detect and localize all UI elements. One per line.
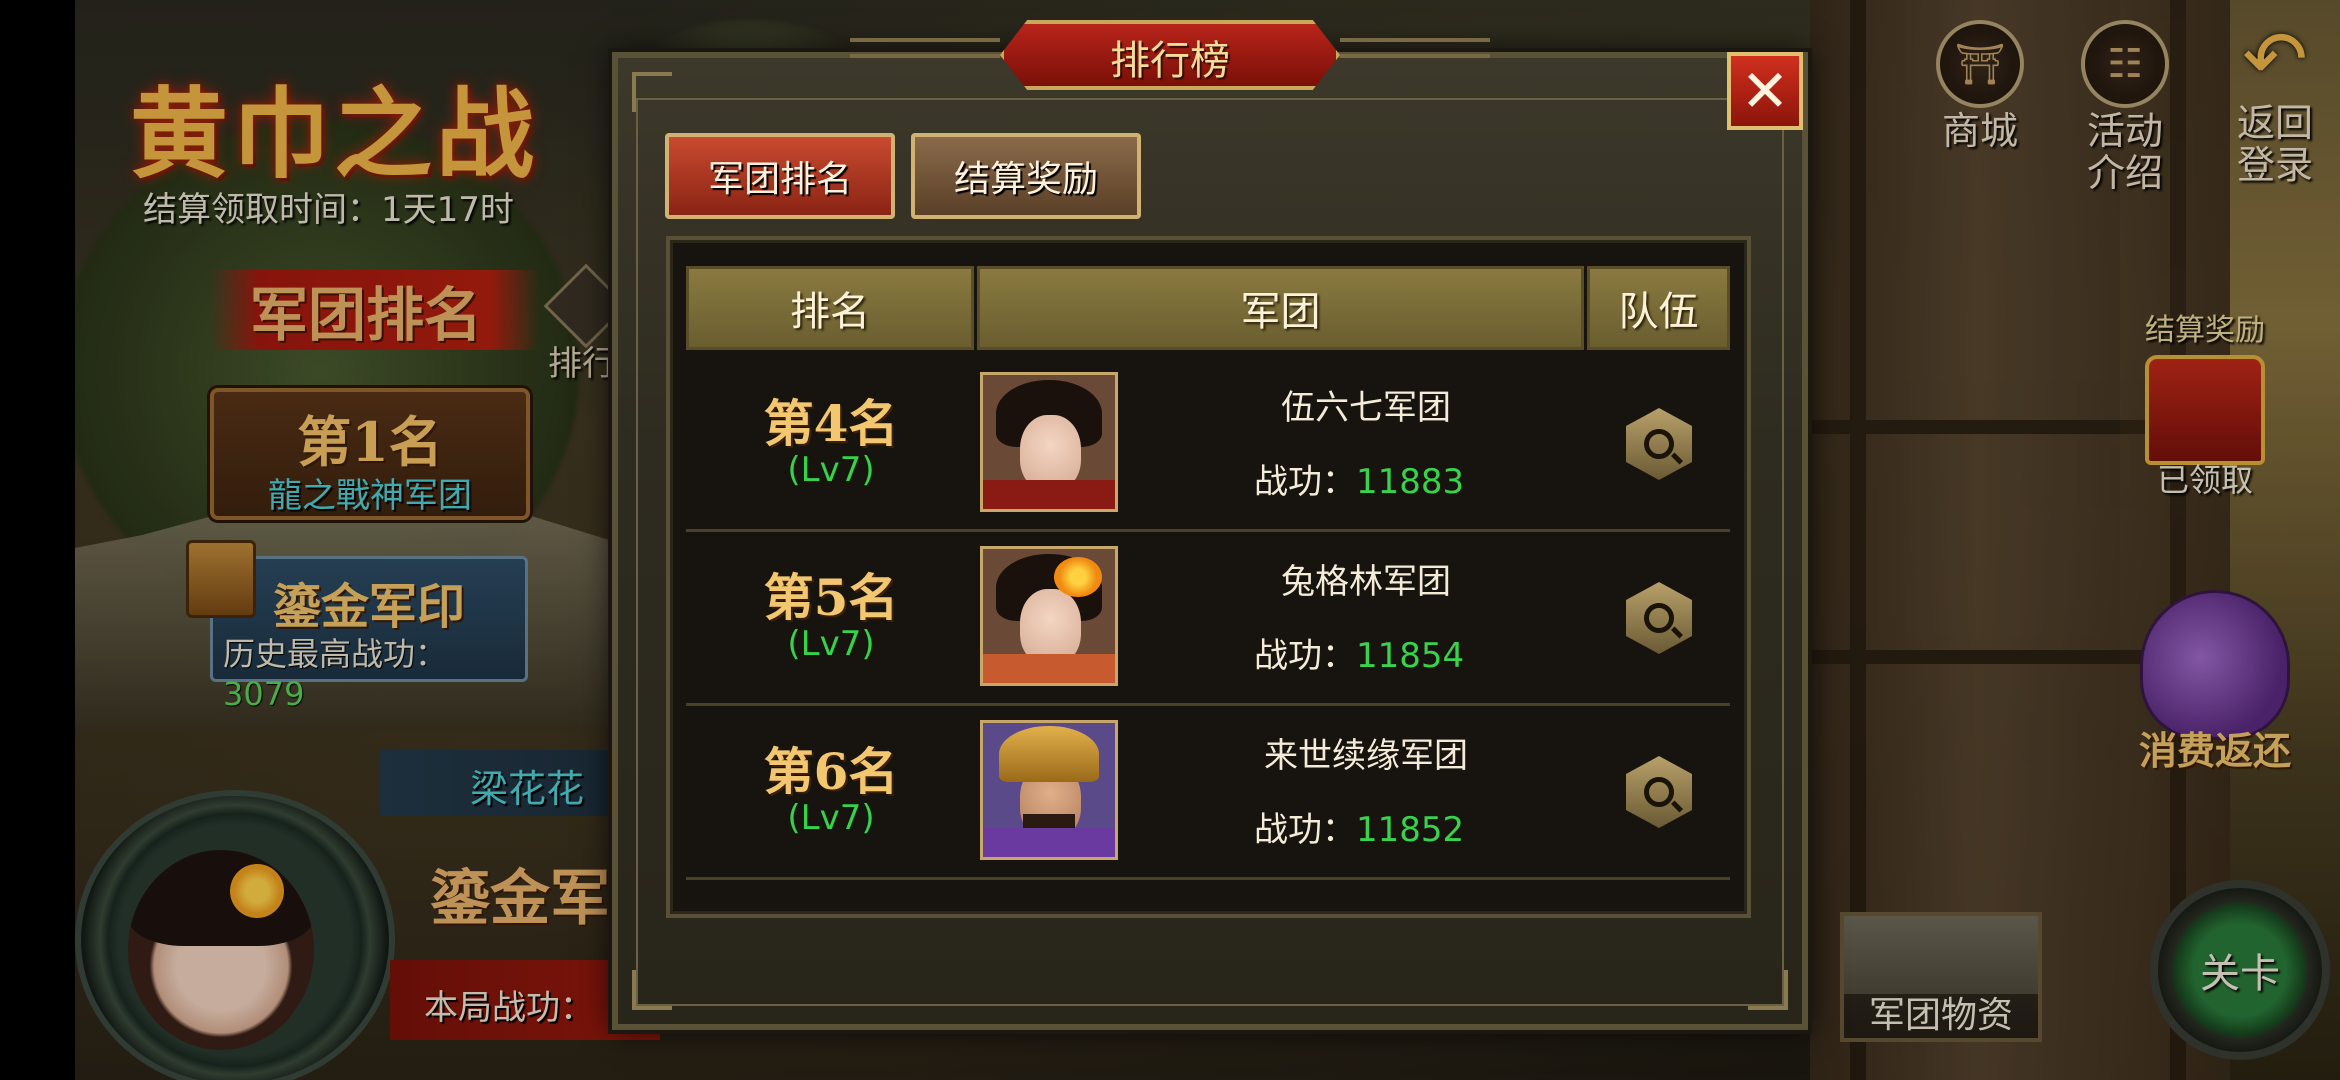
- rank-label: 第6名: [763, 742, 899, 801]
- merit-text: 战功：11854: [1254, 628, 1464, 677]
- close-button[interactable]: ✕: [1727, 52, 1803, 130]
- merit-text: 战功：11852: [1254, 802, 1464, 851]
- legion-level: (Lv7): [787, 624, 875, 664]
- merit-text: 战功：11883: [1254, 454, 1464, 503]
- tab-settlement-rewards[interactable]: 结算奖励: [911, 133, 1141, 219]
- close-icon: ✕: [1740, 57, 1790, 125]
- table-row: 第6名 (Lv7) 来世续缘军团 战功：11852: [686, 706, 1730, 880]
- merit-value: 11883: [1356, 462, 1465, 502]
- merit-label: 战功：: [1254, 636, 1356, 676]
- merit-label: 战功：: [1254, 462, 1356, 502]
- magnifier-icon: [1644, 777, 1674, 807]
- merit-label: 战功：: [1254, 810, 1356, 850]
- flower-maiden-portrait: [980, 546, 1118, 686]
- magnifier-icon: [1644, 603, 1674, 633]
- armored-warrior-portrait: [980, 720, 1118, 860]
- merit-value: 11854: [1356, 636, 1465, 676]
- column-header-legion: 军团: [977, 266, 1584, 350]
- rank-label: 第4名: [763, 394, 899, 453]
- female-general-portrait: [980, 372, 1118, 512]
- view-team-button[interactable]: [1626, 408, 1692, 480]
- table-row: 第4名 (Lv7) 伍六七军团 战功：11883: [686, 358, 1730, 532]
- modal-title: 排行榜: [1110, 38, 1230, 84]
- view-team-button[interactable]: [1626, 756, 1692, 828]
- legion-level: (Lv7): [787, 798, 875, 838]
- rank-label: 第5名: [763, 568, 899, 627]
- modal-title-plate: 排行榜: [1000, 20, 1340, 90]
- game-screen: 黄巾之战 结算领取时间：1天17时 军团排名 排行 第1名 龍之戰神军团 鎏金军…: [0, 0, 2340, 1080]
- legion-name: 来世续缘军团: [1264, 736, 1468, 776]
- view-team-button[interactable]: [1626, 582, 1692, 654]
- tab-legion-ranking[interactable]: 军团排名: [665, 133, 895, 219]
- legion-name: 兔格林军团: [1281, 562, 1451, 602]
- title-ornament: [850, 38, 1000, 58]
- legion-name: 伍六七军团: [1281, 388, 1451, 428]
- title-ornament: [1340, 38, 1490, 58]
- merit-value: 11852: [1356, 810, 1465, 850]
- column-header-rank: 排名: [686, 266, 974, 350]
- legion-level: (Lv7): [787, 450, 875, 490]
- column-header-team: 队伍: [1587, 266, 1730, 350]
- table-row: 第5名 (Lv7) 兔格林军团 战功：11854: [686, 532, 1730, 706]
- magnifier-icon: [1644, 429, 1674, 459]
